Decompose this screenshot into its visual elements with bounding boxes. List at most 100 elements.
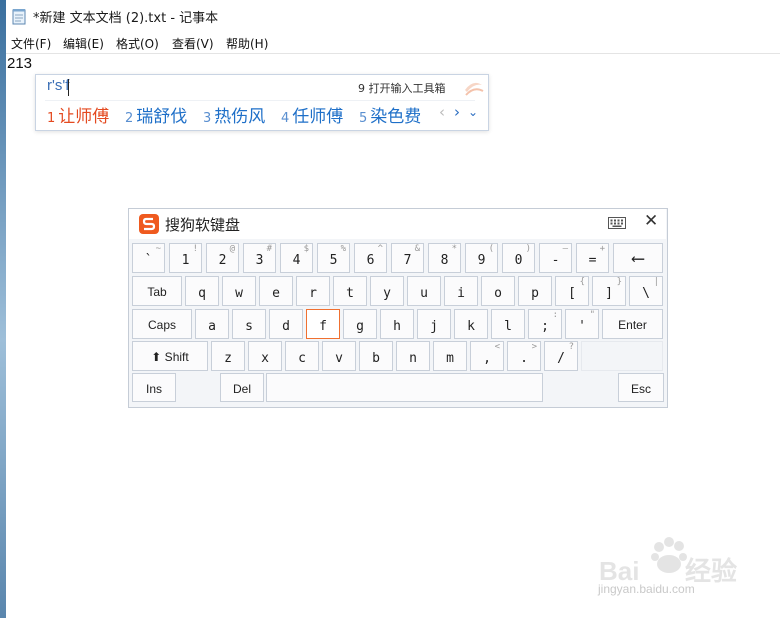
key-q[interactable]: q <box>185 276 219 306</box>
key-Del[interactable]: Del <box>220 373 264 402</box>
key-9[interactable]: 9( <box>465 243 498 273</box>
key-7[interactable]: 7 & <box>391 243 424 273</box>
key-space[interactable] <box>266 373 543 402</box>
key-Tab[interactable]: Tab <box>132 276 182 306</box>
candidate-text: 瑞舒伐 <box>136 107 188 127</box>
key-symbol[interactable]: ` ~ <box>132 243 165 273</box>
key-symbol[interactable]: , < <box>470 341 504 371</box>
key-symbol[interactable]: ' " <box>565 309 599 339</box>
soft-keyboard-close-icon[interactable]: ✕ <box>644 211 658 231</box>
key-6[interactable]: 6 ^ <box>354 243 387 273</box>
key-g[interactable]: g <box>343 309 377 339</box>
key-symbol[interactable]: = + <box>576 243 609 273</box>
ime-candidate[interactable]: 1 让师傅 <box>47 102 109 127</box>
ime-expand-chevron-down-icon[interactable]: ⌄ <box>468 105 478 119</box>
key-0[interactable]: 0) <box>502 243 535 273</box>
key-label: v <box>335 351 343 366</box>
key-x[interactable]: x <box>248 341 282 371</box>
key-8[interactable]: 8 * <box>428 243 461 273</box>
key-a[interactable]: a <box>195 309 229 339</box>
key-Esc[interactable]: Esc <box>618 373 664 402</box>
key-label: 1 <box>181 253 190 268</box>
key-label: = <box>588 253 597 268</box>
key-p[interactable]: p <box>518 276 552 306</box>
key-d[interactable]: d <box>269 309 303 339</box>
key-label: x <box>261 351 269 366</box>
key-w[interactable]: w <box>222 276 256 306</box>
ime-divider <box>45 100 475 101</box>
ime-candidate[interactable]: 3 热伤风 <box>203 102 265 127</box>
key-label: Tab <box>147 285 167 299</box>
key-symbol[interactable]: [{ <box>555 276 589 306</box>
key-label: h <box>393 319 401 334</box>
key-s[interactable]: s <box>232 309 266 339</box>
key-h[interactable]: h <box>380 309 414 339</box>
key-n[interactable]: n <box>396 341 430 371</box>
key-shift-label: ^ <box>377 244 383 254</box>
key-label: , <box>483 351 491 366</box>
key-j[interactable]: j <box>417 309 451 339</box>
ime-candidate[interactable]: 5 染色费 <box>359 102 421 127</box>
key-shift-label: @ <box>229 244 235 254</box>
candidate-number: 4 <box>281 111 290 126</box>
sogou-s-logo-icon <box>139 214 159 234</box>
key-symbol[interactable]: ;: <box>528 309 562 339</box>
key-u[interactable]: u <box>407 276 441 306</box>
key-y[interactable]: y <box>370 276 404 306</box>
key-symbol[interactable]: \ | <box>629 276 663 306</box>
key-symbol[interactable]: ]} <box>592 276 626 306</box>
ime-prev-page-icon[interactable]: ‹ <box>439 103 445 121</box>
ime-next-page-icon[interactable]: › <box>454 103 460 121</box>
key-c[interactable]: c <box>285 341 319 371</box>
key-3[interactable]: 3 # <box>243 243 276 273</box>
key-Enter[interactable]: Enter <box>602 309 663 339</box>
key-Caps[interactable]: Caps <box>132 309 192 339</box>
menu-edit[interactable]: 编辑(E) <box>63 35 104 52</box>
key-i[interactable]: i <box>444 276 478 306</box>
key-b[interactable]: b <box>359 341 393 371</box>
key-5[interactable]: 5% <box>317 243 350 273</box>
key-symbol[interactable]: . > <box>507 341 541 371</box>
key-4[interactable]: 4 $ <box>280 243 313 273</box>
key-k[interactable]: k <box>454 309 488 339</box>
key-e[interactable]: e <box>259 276 293 306</box>
key-1[interactable]: 1! <box>169 243 202 273</box>
key-label: ' <box>578 319 586 334</box>
menu-file[interactable]: 文件(F) <box>11 35 51 52</box>
key-backspace[interactable]: ⟵ <box>613 243 663 273</box>
menu-format[interactable]: 格式(O) <box>116 35 159 52</box>
key-v[interactable]: v <box>322 341 356 371</box>
key-2[interactable]: 2 @ <box>206 243 239 273</box>
menu-view[interactable]: 查看(V) <box>172 35 214 52</box>
key-label: g <box>356 319 364 334</box>
key-label: k <box>467 319 475 334</box>
keyboard-empty-cell <box>581 341 663 371</box>
key-label: ⬆ Shift <box>151 350 189 364</box>
sogou-logo-icon <box>465 82 484 96</box>
key-label: c <box>298 351 306 366</box>
key-label: 9 <box>477 253 486 268</box>
key-label: [ <box>568 286 576 301</box>
key-shift-label: % <box>340 244 346 254</box>
soft-keyboard-title: 搜狗软键盘 <box>165 216 241 234</box>
key-t[interactable]: t <box>333 276 367 306</box>
key-l[interactable]: l <box>491 309 525 339</box>
key-symbol[interactable]: - — <box>539 243 572 273</box>
key-Shift[interactable]: ⬆ Shift <box>132 341 208 371</box>
ime-candidate[interactable]: 4 任师傅 <box>281 102 343 127</box>
ime-toolbox-option[interactable]: 9 打开输入工具箱 <box>358 80 446 96</box>
key-shift-label: : <box>552 310 558 320</box>
key-f[interactable]: f <box>306 309 340 339</box>
key-r[interactable]: r <box>296 276 330 306</box>
keyboard-layout-icon[interactable] <box>608 217 626 229</box>
key-z[interactable]: z <box>211 341 245 371</box>
text-caret <box>68 79 69 96</box>
ime-candidate[interactable]: 2 瑞舒伐 <box>125 102 187 127</box>
menu-help[interactable]: 帮助(H) <box>226 35 268 52</box>
key-Ins[interactable]: Ins <box>132 373 176 402</box>
key-label: z <box>224 351 232 366</box>
key-symbol[interactable]: /? <box>544 341 578 371</box>
key-shift-label: { <box>579 277 585 287</box>
key-o[interactable]: o <box>481 276 515 306</box>
key-m[interactable]: m <box>433 341 467 371</box>
